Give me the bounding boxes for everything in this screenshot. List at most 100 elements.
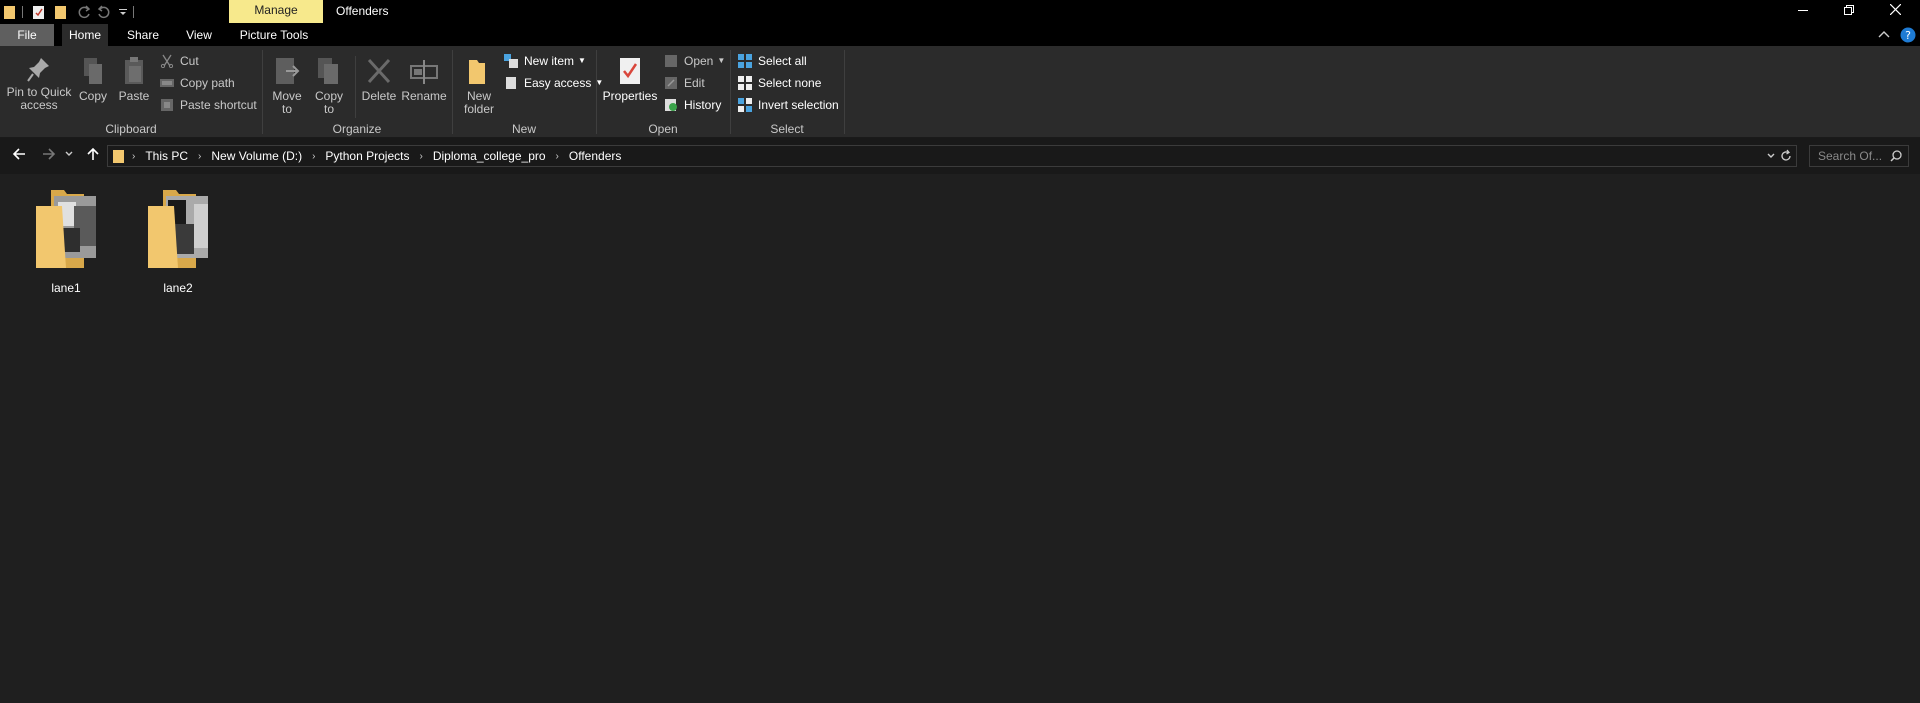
paste-label: Paste xyxy=(118,89,150,103)
recent-locations-button[interactable] xyxy=(62,147,76,165)
chevron-right-icon[interactable]: › xyxy=(312,151,315,162)
breadcrumb-python-projects[interactable]: Python Projects xyxy=(325,149,409,163)
tab-view[interactable]: View xyxy=(176,24,222,46)
forward-button[interactable] xyxy=(38,147,60,165)
new-folder-label: New folder xyxy=(463,89,495,116)
cut-button[interactable]: Cut xyxy=(160,52,199,70)
dropdown-arrow-icon: ▼ xyxy=(717,56,726,65)
up-button[interactable] xyxy=(82,147,104,165)
list-item[interactable]: lane1 xyxy=(18,188,114,295)
copy-path-icon xyxy=(160,79,174,87)
tab-picture-tools[interactable]: Picture Tools xyxy=(236,24,312,46)
minimize-button[interactable] xyxy=(1780,0,1826,22)
invert-selection-button[interactable]: Invert selection xyxy=(738,96,839,114)
new-group-label: New xyxy=(511,122,536,136)
rename-icon xyxy=(410,60,438,84)
new-folder-icon[interactable] xyxy=(55,5,67,19)
pin-icon xyxy=(27,58,49,82)
new-item-icon xyxy=(504,54,518,68)
rename-button[interactable]: Rename xyxy=(400,56,448,103)
new-folder-button[interactable]: New folder xyxy=(458,56,500,116)
pin-to-quick-access-button[interactable]: Pin to Quick access xyxy=(4,56,74,112)
select-all-icon xyxy=(738,54,752,68)
cut-label: Cut xyxy=(180,54,199,68)
pin-label: Pin to Quick access xyxy=(6,85,72,112)
close-icon xyxy=(1889,3,1901,16)
open-button[interactable]: Open ▼ xyxy=(664,52,725,70)
paste-button[interactable]: Paste xyxy=(116,56,152,103)
refresh-icon xyxy=(1781,149,1791,161)
paste-shortcut-button[interactable]: Paste shortcut xyxy=(160,96,257,114)
customize-toolbar-icon[interactable] xyxy=(119,5,127,19)
chevron-right-icon[interactable]: › xyxy=(556,151,559,162)
move-to-icon xyxy=(276,58,300,84)
delete-icon xyxy=(367,58,391,84)
chevron-up-icon[interactable] xyxy=(1878,29,1890,41)
close-button[interactable] xyxy=(1872,0,1918,22)
help-icon[interactable]: ? xyxy=(1900,27,1916,43)
new-item-button[interactable]: New item ▼ xyxy=(504,52,586,70)
select-all-label: Select all xyxy=(758,54,807,68)
tab-file[interactable]: File xyxy=(0,24,54,46)
chevron-right-icon[interactable]: › xyxy=(132,151,135,162)
select-none-icon xyxy=(738,76,752,90)
folder-thumbnail-icon xyxy=(36,190,96,268)
select-all-button[interactable]: Select all xyxy=(738,52,807,70)
manage-context-tab[interactable]: Manage xyxy=(229,0,323,23)
item-name: lane2 xyxy=(163,281,193,295)
ribbon: Pin to Quick access Copy Paste Cut Copy … xyxy=(0,46,1920,138)
restore-button[interactable] xyxy=(1826,0,1872,22)
tab-share[interactable]: Share xyxy=(120,24,166,46)
delete-button[interactable]: Delete xyxy=(360,56,398,103)
toolbar-divider xyxy=(22,6,23,18)
window-title: Offenders xyxy=(336,4,389,18)
refresh-button[interactable] xyxy=(1780,149,1792,166)
move-to-button[interactable]: Move to xyxy=(268,56,306,116)
item-name: lane1 xyxy=(51,281,81,295)
open-icon xyxy=(665,55,677,67)
breadcrumb-offenders[interactable]: Offenders xyxy=(569,149,621,163)
breadcrumb-new-volume[interactable]: New Volume (D:) xyxy=(211,149,302,163)
properties-label: Properties xyxy=(602,89,658,103)
open-group-label: Open xyxy=(648,122,678,136)
chevron-down-icon xyxy=(65,151,73,156)
select-none-button[interactable]: Select none xyxy=(738,74,821,92)
properties-button[interactable]: Properties xyxy=(602,56,658,103)
chevron-right-icon[interactable]: › xyxy=(419,151,422,162)
properties-icon[interactable] xyxy=(33,5,45,19)
copy-to-label: Copy to xyxy=(314,89,343,116)
copy-path-button[interactable]: Copy path xyxy=(160,74,235,92)
chevron-down-icon xyxy=(1767,153,1775,158)
address-bar[interactable]: › This PC › New Volume (D:) › Python Pro… xyxy=(107,145,1797,167)
arrow-left-icon xyxy=(12,148,25,160)
open-label: Open xyxy=(684,54,714,68)
easy-access-label: Easy access xyxy=(524,76,592,90)
ribbon-tabs: File Home Share View Picture Tools ? xyxy=(0,24,1920,46)
paste-shortcut-label: Paste shortcut xyxy=(180,98,257,112)
folder-thumbnail-icon xyxy=(148,190,208,268)
chevron-right-icon[interactable]: › xyxy=(198,151,201,162)
invert-selection-icon xyxy=(738,98,752,112)
redo-icon[interactable] xyxy=(77,5,91,19)
tab-home[interactable]: Home xyxy=(62,24,108,46)
copy-button[interactable]: Copy xyxy=(76,56,110,103)
folder-icon xyxy=(113,150,124,163)
history-button[interactable]: History xyxy=(664,96,721,114)
undo-icon[interactable] xyxy=(97,5,111,19)
address-history-dropdown[interactable] xyxy=(1766,150,1776,165)
clipboard-group-label: Clipboard xyxy=(105,122,157,136)
edit-button[interactable]: Edit xyxy=(664,74,705,92)
breadcrumb-diploma-college-pro[interactable]: Diploma_college_pro xyxy=(433,149,546,163)
breadcrumb-this-pc[interactable]: This PC xyxy=(145,149,188,163)
scissors-icon xyxy=(160,54,174,68)
properties-icon xyxy=(620,58,640,84)
easy-access-button[interactable]: Easy access ▼ xyxy=(504,74,603,92)
copy-to-button[interactable]: Copy to xyxy=(310,56,348,116)
list-item[interactable]: lane2 xyxy=(130,188,226,295)
folder-icon xyxy=(4,5,16,19)
svg-text:?: ? xyxy=(1905,29,1911,42)
minimize-icon xyxy=(1798,10,1808,11)
paste-shortcut-icon xyxy=(161,99,173,111)
restore-icon xyxy=(1844,5,1854,15)
back-button[interactable] xyxy=(8,147,30,165)
